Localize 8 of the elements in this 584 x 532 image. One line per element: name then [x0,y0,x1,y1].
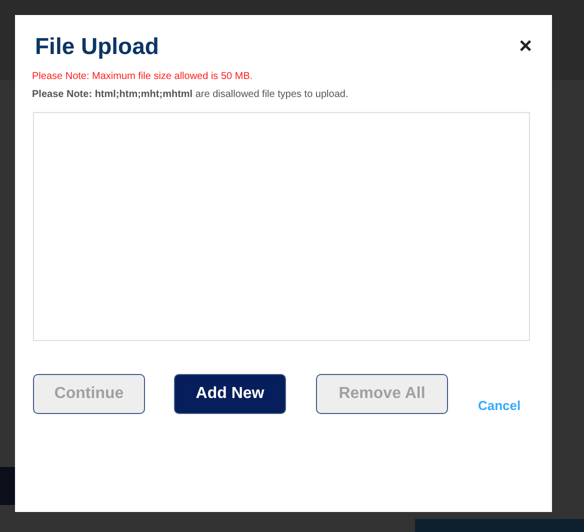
file-type-note: Please Note: html;htm;mht;mhtml are disallowed file types to upload. [32,89,350,101]
cancel-link[interactable]: Cancel [478,396,521,416]
close-button[interactable]: × [519,35,532,57]
file-size-note: Please Note: Maximum file size allowed is 50 MB. [32,71,254,83]
file-drop-area[interactable] [33,112,530,341]
dialog-button[interactable]: Add New [174,374,286,414]
dialog-title: File Upload [35,32,159,61]
dimmed-button-block [0,467,15,505]
